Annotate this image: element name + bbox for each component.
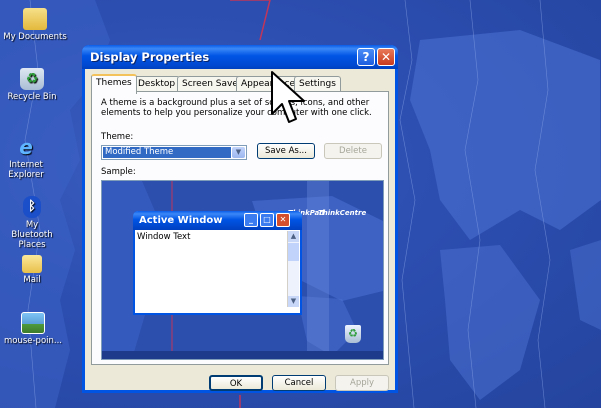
desktop-icon-label: Internet Explorer <box>8 160 44 180</box>
close-button[interactable]: ✕ <box>377 48 395 66</box>
sample-brand-right: ThinkCentre <box>318 209 367 217</box>
theme-select-value: Modified Theme <box>103 147 231 158</box>
desktop-icon-recycle-bin[interactable]: ♻ Recycle Bin <box>0 68 67 102</box>
desktop-icon-label: My Bluetooth Places <box>11 220 53 250</box>
desktop-icon-mouse-pointer[interactable]: mouse-poin... <box>0 312 68 346</box>
image-file-icon <box>21 312 45 334</box>
bluetooth-icon: ᛒ <box>23 196 41 218</box>
scroll-down-icon: ▼ <box>288 296 299 307</box>
cancel-button[interactable]: Cancel <box>272 375 326 391</box>
sample-window-text: Window Text <box>137 232 191 242</box>
window-title: Display Properties <box>90 50 210 64</box>
desktop-icon-label: Mail <box>23 275 41 285</box>
desktop-icon-label: My Documents <box>3 32 67 42</box>
my-documents-icon <box>23 8 47 30</box>
theme-select[interactable]: Modified Theme ▼ <box>101 145 247 160</box>
desktop-icon-label: Recycle Bin <box>7 92 57 102</box>
themes-panel: A theme is a background plus a set of so… <box>91 91 389 365</box>
tab-desktop[interactable]: Desktop <box>133 76 181 92</box>
chevron-down-icon[interactable]: ▼ <box>232 147 245 158</box>
title-bar[interactable]: Display Properties ? ✕ <box>82 45 398 69</box>
sample-window-title: Active Window <box>139 215 223 226</box>
maximize-icon: □ <box>260 213 274 227</box>
scroll-thumb <box>288 243 299 261</box>
sample-active-window: Active Window _ □ ✕ Window Text ▲ ▼ <box>133 211 302 315</box>
recycle-bin-icon: ♻ <box>345 325 361 343</box>
recycle-bin-icon: ♻ <box>20 68 44 90</box>
sample-scrollbar: ▲ ▼ <box>287 231 299 307</box>
theme-label: Theme: <box>101 132 134 142</box>
desktop-icon-bluetooth[interactable]: ᛒ My Bluetooth Places <box>0 196 67 250</box>
minimize-icon: _ <box>244 213 258 227</box>
desktop-icon-mail[interactable]: Mail <box>0 255 67 285</box>
sample-taskbar <box>102 351 383 359</box>
desktop-icon-my-documents[interactable]: My Documents <box>0 8 70 42</box>
desktop-icon-internet-explorer[interactable]: e Internet Explorer <box>0 136 61 180</box>
theme-sample-preview: ThinkPad ThinkCentre ♻ Active Window _ □… <box>101 180 384 360</box>
delete-button[interactable]: Delete <box>324 143 382 159</box>
theme-description: A theme is a background plus a set of so… <box>101 98 372 118</box>
ok-button[interactable]: OK <box>209 375 263 391</box>
save-as-button[interactable]: Save As... <box>257 143 315 159</box>
internet-explorer-icon: e <box>19 135 33 159</box>
scroll-up-icon: ▲ <box>288 231 299 242</box>
sample-title-bar: Active Window _ □ ✕ <box>133 211 302 230</box>
folder-icon <box>22 255 42 273</box>
close-icon: ✕ <box>276 213 290 227</box>
help-button[interactable]: ? <box>357 48 375 66</box>
sample-label: Sample: <box>101 167 136 177</box>
desktop-icon-label: mouse-poin... <box>3 336 63 346</box>
display-properties-window: Display Properties ? ✕ Themes Desktop Sc… <box>82 45 398 393</box>
apply-button[interactable]: Apply <box>335 375 389 391</box>
tab-themes[interactable]: Themes <box>91 74 137 94</box>
mouse-cursor-icon <box>271 71 305 123</box>
